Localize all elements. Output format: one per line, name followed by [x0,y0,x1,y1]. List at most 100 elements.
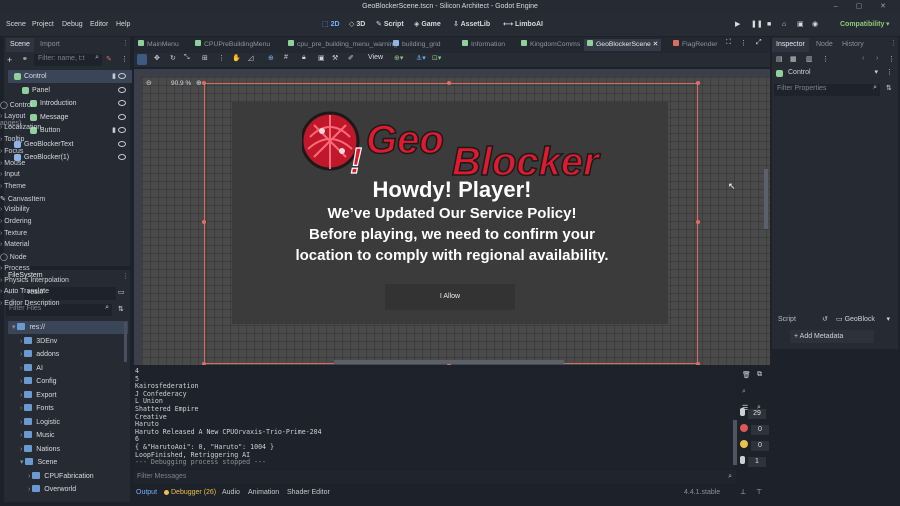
sort-icon[interactable]: ⇅ [886,84,892,92]
expand-panel-icon[interactable]: ⊤ [756,486,762,500]
play-scene-icon[interactable]: ▣ [797,14,804,36]
file-tree-item[interactable]: › Nations [8,443,128,456]
view-menu[interactable]: View [368,54,383,61]
scene-tree-item[interactable]: GeoBlocker(1) [8,151,132,164]
inspector-property[interactable]: › Ordering [0,218,32,225]
script-add-icon[interactable]: ✎ [106,55,112,63]
file-tree-item[interactable]: › 3DEnv [8,335,128,348]
2d-viewport[interactable]: ⊖ 90.9 % ⊕ ✥ ! Geo Blocker Howdy! Player… [134,69,770,365]
scene-more-icon[interactable]: ⋮ [121,55,128,63]
file-tree-item[interactable]: › Overworld [8,483,128,496]
inspector-property[interactable]: › Editor Description [0,300,60,307]
allow-button[interactable]: I Allow [385,284,515,310]
file-tree-item[interactable]: › CPUFabrication [8,470,128,483]
chevron-down-icon[interactable]: ▾ [886,314,890,326]
tab-import[interactable]: Import [36,38,64,52]
tab-history[interactable]: History [838,38,868,52]
renderer-selector[interactable]: Compatibility [840,14,884,36]
add-metadata-button[interactable]: + Add Metadata [790,329,874,343]
window-controls[interactable]: – ▢ ✕ [834,0,894,14]
resize-handle[interactable] [202,362,206,365]
zoom-level[interactable]: 90.9 % [171,80,191,87]
play-icon[interactable]: ▶ [735,14,740,36]
script-icon[interactable]: ▮ [112,70,116,83]
history-forward-icon[interactable]: › [876,55,878,62]
editor-tab[interactable]: CPUPreBuildingMenu [192,39,273,51]
dock-menu-icon[interactable]: ⋮ [890,39,897,47]
scrollbar[interactable] [733,420,737,465]
search-icon[interactable]: ⌕ [742,388,746,396]
file-tree-item[interactable]: › addons [8,348,128,361]
fullscreen-icon[interactable]: ⤢ [756,39,762,47]
file-tree-item[interactable]: › Music [8,429,128,442]
inspector-property[interactable]: › Focus [0,148,23,155]
scene-tree-item[interactable]: Message [8,111,132,124]
workspace-limboai[interactable]: ⟷ LimboAI [503,14,543,36]
grid-snap-icon[interactable]: # [284,54,288,61]
info-count[interactable]: 1 [740,456,766,467]
scale-tool-icon[interactable]: ⤡ [184,54,190,62]
history-menu-icon[interactable]: ⋮ [888,55,895,63]
tab-scene[interactable]: Scene [6,38,34,52]
skeleton-icon[interactable]: ⚒ [332,54,338,62]
property-filter-input[interactable]: Filter Properties ⌕ [774,84,880,96]
warning-count[interactable]: 0 [740,440,769,451]
snap-icon[interactable]: ⋮ [218,54,225,62]
resource-menu-icon[interactable]: ⋮ [822,55,829,63]
visibility-eye-icon[interactable] [118,127,126,133]
inspector-property[interactable]: › Mouse [0,160,25,167]
scene-tree-item[interactable]: GeoBlockerText [8,138,132,151]
workspace-script[interactable]: ✎ Script [376,14,404,36]
control-section[interactable]: ◯ Control [0,101,32,109]
inspector-property[interactable]: › Tooltip [0,136,24,143]
inspector-property[interactable]: › Input [0,171,20,178]
inspector-property[interactable]: › Material [0,241,29,248]
revert-icon[interactable]: ↺ [822,314,828,326]
ruler-tool-icon[interactable]: ⊞ [202,54,208,62]
menu-project[interactable]: Project [32,14,54,36]
workspace-3d[interactable]: ◇ 3D [349,14,365,36]
script-property[interactable]: Script ↺ ▭ GeoBlock ▾ [778,314,894,326]
new-resource-icon[interactable]: ▤ [776,55,783,63]
group-icon[interactable]: ▣ [318,54,325,62]
inspector-property[interactable]: › Physics Interpolation [0,277,69,284]
inspector-property[interactable]: › Theme [0,183,26,190]
file-tree-item[interactable]: › Config [8,375,128,388]
inspector-property[interactable]: › Auto Translate [0,288,49,295]
file-tree-item[interactable]: › AI [8,362,128,375]
scene-tree-item[interactable]: Panel [8,84,132,97]
stop-icon[interactable]: ■ [767,14,771,36]
dock-menu-icon[interactable]: ⋮ [122,39,129,47]
tab-shader-editor[interactable]: Shader Editor [287,486,330,500]
inspector-property[interactable]: › Process [0,265,30,272]
load-resource-icon[interactable]: ▦ [790,55,797,63]
editor-tab[interactable]: MainMenu [135,39,182,51]
file-tree-item[interactable]: ▾ res:// [8,321,128,334]
visibility-eye-icon[interactable] [118,154,126,160]
tab-menu-icon[interactable]: ⋮ [740,39,747,47]
canvasitem-section[interactable]: ✎ CanvasItem [0,195,45,203]
inspector-property[interactable]: › Localization [0,124,41,131]
inspector-property[interactable]: › Texture [0,230,27,237]
resize-handle[interactable] [202,81,206,85]
sort-icon[interactable]: ⇅ [118,305,124,313]
history-back-icon[interactable]: ‹ [862,55,864,62]
lock-icon[interactable]: 🔒︎ [302,54,306,62]
pan-tool-icon[interactable]: ✋ [232,54,241,62]
file-tree-item[interactable]: ▾ Scene [8,456,128,469]
tab-debugger[interactable]: Debugger (26) [171,486,216,500]
visibility-eye-icon[interactable] [118,140,126,147]
scrollbar[interactable] [764,169,768,229]
container-sizing-icon[interactable]: ⊡▾ [432,54,441,62]
object-menu-icon[interactable]: ⋮ [886,68,893,76]
scene-filter-input[interactable]: Filter: name, t:t ⌕ [34,54,102,66]
tab-output[interactable]: Output [136,486,157,500]
pause-icon[interactable]: ❚❚ [751,14,763,36]
tab-animation[interactable]: Animation [248,486,279,500]
filesystem-menu-icon[interactable]: ⋮ [122,272,129,280]
editor-tab[interactable]: building_grid [390,39,444,51]
measure-icon[interactable]: ◿ [248,54,253,62]
script-value[interactable]: ▭ GeoBlock [836,314,875,326]
script-icon[interactable]: ▮ [112,124,116,137]
smart-snap-icon[interactable]: ⊕ [268,54,274,62]
